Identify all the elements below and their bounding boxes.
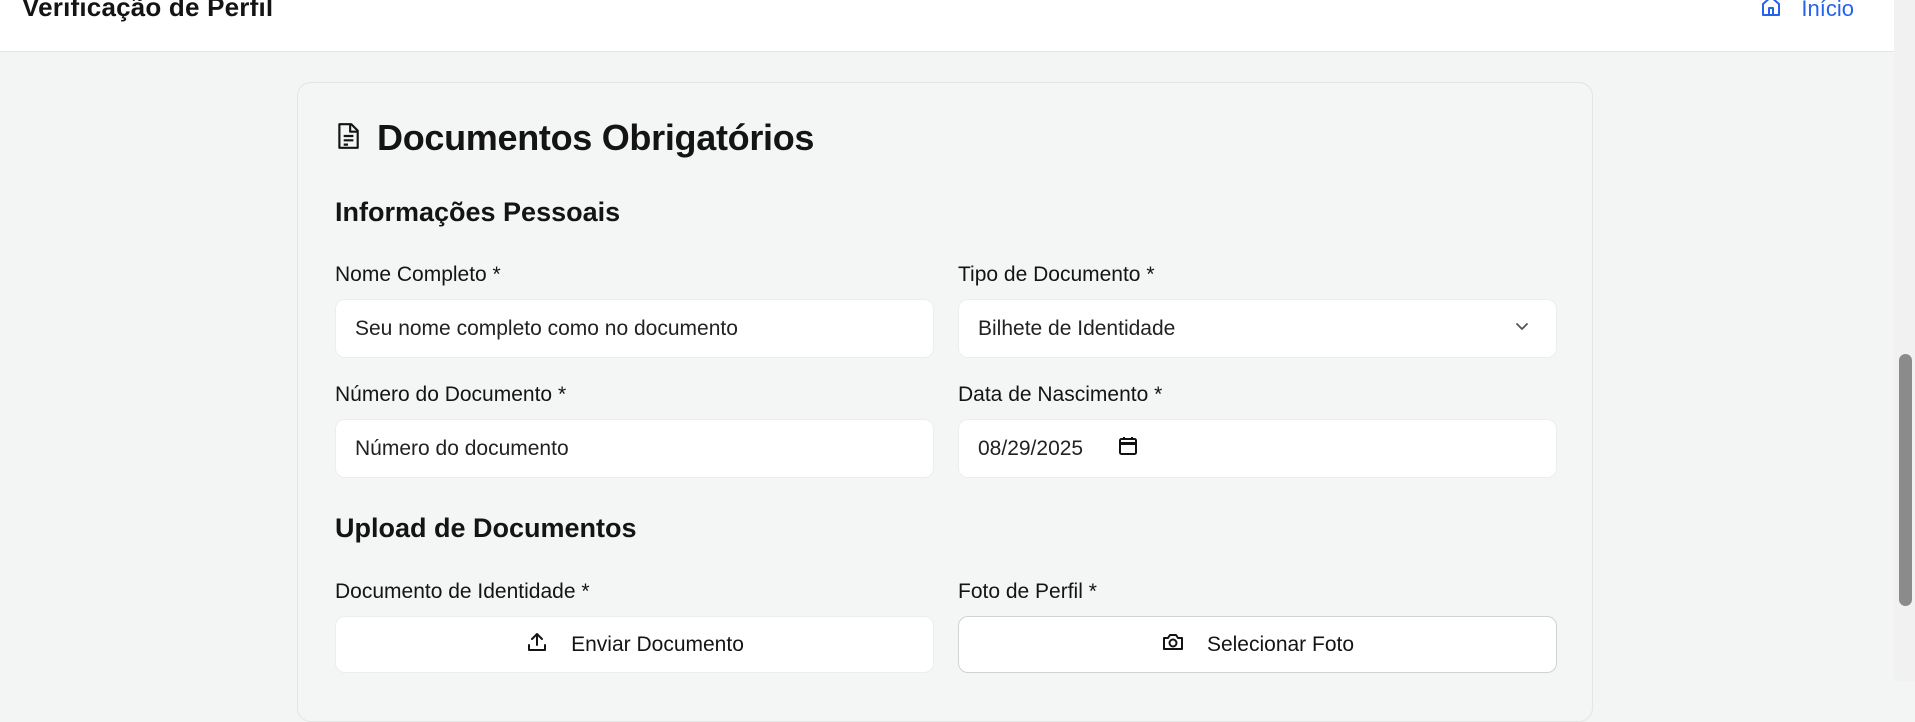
document-type-value: Bilhete de Identidade [978, 316, 1176, 340]
card-header: Documentos Obrigatórios [335, 117, 814, 159]
select-photo-button[interactable]: Selecionar Foto [958, 616, 1557, 673]
profile-photo-label: Foto de Perfil * [958, 580, 1097, 603]
calendar-icon[interactable] [1117, 435, 1139, 463]
birth-date-field: Data de Nascimento * 08/29/2025 [958, 383, 1557, 478]
upload-document-button[interactable]: Enviar Documento [335, 616, 934, 673]
full-name-label: Nome Completo * [335, 263, 501, 286]
document-number-field: Número do Documento * Número do document… [335, 383, 934, 478]
document-icon [335, 122, 361, 155]
camera-icon [1161, 630, 1185, 660]
top-bar: Verificação de Perfil Início [0, 0, 1894, 52]
document-number-input[interactable]: Número do documento [335, 419, 934, 478]
document-number-label: Número do Documento * [335, 383, 567, 406]
birth-date-label: Data de Nascimento * [958, 383, 1163, 406]
home-link-label: Início [1801, 0, 1854, 21]
page-title: Verificação de Perfil [22, 0, 274, 22]
full-name-input[interactable]: Seu nome completo como no documento [335, 299, 934, 358]
scrollbar-thumb[interactable] [1899, 354, 1912, 606]
birth-date-value: 08/29/2025 [978, 436, 1084, 460]
document-type-field: Tipo de Documento * Bilhete de Identidad… [958, 263, 1557, 358]
select-photo-label: Selecionar Foto [1206, 632, 1355, 656]
profile-photo-field: Foto de Perfil * Selecionar Foto [958, 580, 1557, 673]
document-number-placeholder: Número do documento [355, 436, 569, 460]
section-upload-documents: Upload de Documentos [335, 513, 637, 543]
home-icon [1759, 0, 1783, 24]
scrollbar[interactable] [1894, 0, 1915, 681]
birth-date-input[interactable]: 08/29/2025 [958, 419, 1557, 478]
home-link[interactable]: Início [1759, 0, 1854, 24]
upload-icon [525, 630, 549, 660]
document-type-select[interactable]: Bilhete de Identidade [958, 299, 1557, 358]
documents-card: Documentos Obrigatórios Informações Pess… [297, 82, 1593, 722]
document-type-label: Tipo de Documento * [958, 263, 1155, 286]
full-name-field: Nome Completo * Seu nome completo como n… [335, 263, 934, 358]
section-personal-info: Informações Pessoais [335, 197, 621, 227]
upload-document-label: Enviar Documento [571, 632, 744, 656]
identity-document-field: Documento de Identidade * Enviar Documen… [335, 580, 934, 673]
identity-document-label: Documento de Identidade * [335, 580, 590, 603]
full-name-placeholder: Seu nome completo como no documento [355, 316, 738, 340]
card-title: Documentos Obrigatórios [377, 117, 815, 158]
chevron-down-icon [1513, 317, 1537, 341]
